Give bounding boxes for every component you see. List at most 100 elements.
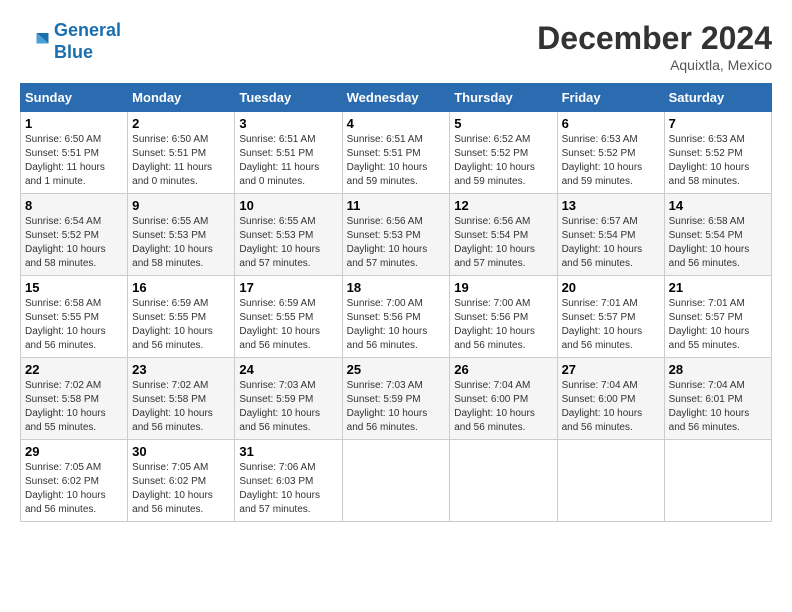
day-number: 15 <box>25 280 123 295</box>
table-row: 29 Sunrise: 7:05 AM Sunset: 6:02 PM Dayli… <box>21 440 128 522</box>
day-info: Sunrise: 6:59 AM Sunset: 5:55 PM Dayligh… <box>239 297 337 353</box>
day-number: 4 <box>347 116 446 131</box>
day-number: 25 <box>347 362 446 377</box>
logo: General Blue <box>20 20 121 63</box>
day-info: Sunrise: 7:00 AM Sunset: 5:56 PM Dayligh… <box>454 297 552 353</box>
table-row: 30 Sunrise: 7:05 AM Sunset: 6:02 PM Dayli… <box>128 440 235 522</box>
location: Aquixtla, Mexico <box>537 57 772 73</box>
calendar-table: Sunday Monday Tuesday Wednesday Thursday… <box>20 83 772 522</box>
day-number: 8 <box>25 198 123 213</box>
day-info: Sunrise: 7:03 AM Sunset: 5:59 PM Dayligh… <box>347 379 446 435</box>
day-info: Sunrise: 6:55 AM Sunset: 5:53 PM Dayligh… <box>239 215 337 271</box>
table-row: 31 Sunrise: 7:06 AM Sunset: 6:03 PM Dayli… <box>235 440 342 522</box>
col-monday: Monday <box>128 84 235 112</box>
day-number: 7 <box>669 116 767 131</box>
day-number: 6 <box>562 116 660 131</box>
day-number: 26 <box>454 362 552 377</box>
day-info: Sunrise: 6:52 AM Sunset: 5:52 PM Dayligh… <box>454 133 552 189</box>
table-row: 3 Sunrise: 6:51 AM Sunset: 5:51 PM Daylig… <box>235 112 342 194</box>
day-number: 24 <box>239 362 337 377</box>
day-number: 3 <box>239 116 337 131</box>
day-number: 27 <box>562 362 660 377</box>
day-number: 29 <box>25 444 123 459</box>
day-number: 9 <box>132 198 230 213</box>
day-number: 28 <box>669 362 767 377</box>
calendar-week-row: 1 Sunrise: 6:50 AM Sunset: 5:51 PM Daylig… <box>21 112 772 194</box>
table-row: 6 Sunrise: 6:53 AM Sunset: 5:52 PM Daylig… <box>557 112 664 194</box>
day-info: Sunrise: 7:04 AM Sunset: 6:00 PM Dayligh… <box>454 379 552 435</box>
day-number: 31 <box>239 444 337 459</box>
month-title: December 2024 <box>537 20 772 57</box>
title-block: December 2024 Aquixtla, Mexico <box>537 20 772 73</box>
table-row: 24 Sunrise: 7:03 AM Sunset: 5:59 PM Dayli… <box>235 358 342 440</box>
day-info: Sunrise: 7:06 AM Sunset: 6:03 PM Dayligh… <box>239 461 337 517</box>
day-number: 1 <box>25 116 123 131</box>
table-row: 21Sunrise: 7:01 AM Sunset: 5:57 PM Dayli… <box>664 276 771 358</box>
day-info: Sunrise: 6:51 AM Sunset: 5:51 PM Dayligh… <box>347 133 446 189</box>
day-number: 2 <box>132 116 230 131</box>
table-row: 26 Sunrise: 7:04 AM Sunset: 6:00 PM Dayli… <box>450 358 557 440</box>
table-row: 22 Sunrise: 7:02 AM Sunset: 5:58 PM Dayli… <box>21 358 128 440</box>
table-row: 15 Sunrise: 6:58 AM Sunset: 5:55 PM Dayli… <box>21 276 128 358</box>
calendar-week-row: 29 Sunrise: 7:05 AM Sunset: 6:02 PM Dayli… <box>21 440 772 522</box>
day-info: Sunrise: 6:57 AM Sunset: 5:54 PM Dayligh… <box>562 215 660 271</box>
day-number: 23 <box>132 362 230 377</box>
table-row: 14 Sunrise: 6:58 AM Sunset: 5:54 PM Dayli… <box>664 194 771 276</box>
table-row: 9Sunrise: 6:55 AM Sunset: 5:53 PM Daylig… <box>128 194 235 276</box>
day-number: 17 <box>239 280 337 295</box>
day-number: 16 <box>132 280 230 295</box>
day-info: Sunrise: 6:59 AM Sunset: 5:55 PM Dayligh… <box>132 297 230 353</box>
logo-line1: General <box>54 20 121 40</box>
table-row: 17 Sunrise: 6:59 AM Sunset: 5:55 PM Dayli… <box>235 276 342 358</box>
table-row: 10 Sunrise: 6:55 AM Sunset: 5:53 PM Dayli… <box>235 194 342 276</box>
table-row: 28 Sunrise: 7:04 AM Sunset: 6:01 PM Dayli… <box>664 358 771 440</box>
day-info: Sunrise: 6:58 AM Sunset: 5:55 PM Dayligh… <box>25 297 123 353</box>
col-saturday: Saturday <box>664 84 771 112</box>
day-info: Sunrise: 6:58 AM Sunset: 5:54 PM Dayligh… <box>669 215 767 271</box>
table-row: 4 Sunrise: 6:51 AM Sunset: 5:51 PM Daylig… <box>342 112 450 194</box>
table-row: 18Sunrise: 7:00 AM Sunset: 5:56 PM Dayli… <box>342 276 450 358</box>
table-row: 1Sunrise: 6:50 AM Sunset: 5:51 PM Daylig… <box>21 112 128 194</box>
col-sunday: Sunday <box>21 84 128 112</box>
day-info: Sunrise: 7:04 AM Sunset: 6:01 PM Dayligh… <box>669 379 767 435</box>
day-number: 20 <box>562 280 660 295</box>
day-number: 14 <box>669 198 767 213</box>
logo-icon <box>20 27 50 57</box>
day-info: Sunrise: 6:50 AM Sunset: 5:51 PM Dayligh… <box>132 133 230 189</box>
day-number: 5 <box>454 116 552 131</box>
table-row <box>664 440 771 522</box>
table-row: 16 Sunrise: 6:59 AM Sunset: 5:55 PM Dayli… <box>128 276 235 358</box>
table-row: 5 Sunrise: 6:52 AM Sunset: 5:52 PM Daylig… <box>450 112 557 194</box>
day-number: 12 <box>454 198 552 213</box>
col-friday: Friday <box>557 84 664 112</box>
logo-line2: Blue <box>54 42 93 62</box>
day-number: 19 <box>454 280 552 295</box>
table-row: 7Sunrise: 6:53 AM Sunset: 5:52 PM Daylig… <box>664 112 771 194</box>
day-info: Sunrise: 6:54 AM Sunset: 5:52 PM Dayligh… <box>25 215 123 271</box>
day-number: 13 <box>562 198 660 213</box>
day-info: Sunrise: 7:04 AM Sunset: 6:00 PM Dayligh… <box>562 379 660 435</box>
day-info: Sunrise: 7:01 AM Sunset: 5:57 PM Dayligh… <box>669 297 767 353</box>
calendar-week-row: 15 Sunrise: 6:58 AM Sunset: 5:55 PM Dayli… <box>21 276 772 358</box>
table-row: 13 Sunrise: 6:57 AM Sunset: 5:54 PM Dayli… <box>557 194 664 276</box>
day-number: 30 <box>132 444 230 459</box>
day-number: 10 <box>239 198 337 213</box>
day-number: 22 <box>25 362 123 377</box>
day-number: 11 <box>347 198 446 213</box>
day-info: Sunrise: 6:56 AM Sunset: 5:53 PM Dayligh… <box>347 215 446 271</box>
day-info: Sunrise: 6:51 AM Sunset: 5:51 PM Dayligh… <box>239 133 337 189</box>
day-info: Sunrise: 7:05 AM Sunset: 6:02 PM Dayligh… <box>25 461 123 517</box>
day-info: Sunrise: 7:05 AM Sunset: 6:02 PM Dayligh… <box>132 461 230 517</box>
calendar-header-row: Sunday Monday Tuesday Wednesday Thursday… <box>21 84 772 112</box>
calendar-week-row: 8 Sunrise: 6:54 AM Sunset: 5:52 PM Daylig… <box>21 194 772 276</box>
logo-text: General Blue <box>54 20 121 63</box>
table-row: 19 Sunrise: 7:00 AM Sunset: 5:56 PM Dayli… <box>450 276 557 358</box>
table-row: 2 Sunrise: 6:50 AM Sunset: 5:51 PM Daylig… <box>128 112 235 194</box>
day-info: Sunrise: 7:03 AM Sunset: 5:59 PM Dayligh… <box>239 379 337 435</box>
page-header: General Blue December 2024 Aquixtla, Mex… <box>20 20 772 73</box>
day-info: Sunrise: 7:02 AM Sunset: 5:58 PM Dayligh… <box>25 379 123 435</box>
day-info: Sunrise: 7:02 AM Sunset: 5:58 PM Dayligh… <box>132 379 230 435</box>
day-info: Sunrise: 6:53 AM Sunset: 5:52 PM Dayligh… <box>562 133 660 189</box>
table-row <box>557 440 664 522</box>
calendar-week-row: 22 Sunrise: 7:02 AM Sunset: 5:58 PM Dayli… <box>21 358 772 440</box>
